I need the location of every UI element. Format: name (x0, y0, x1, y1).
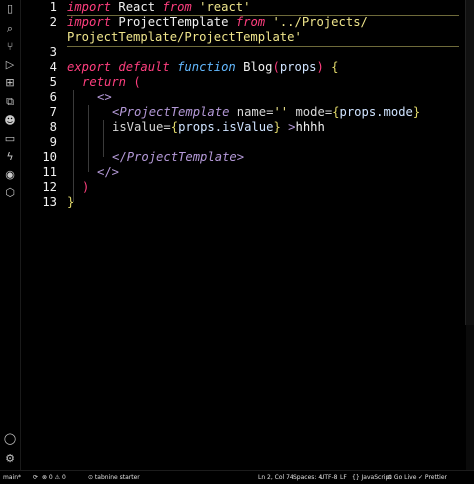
code-line[interactable]: 10 </ProjectTemplate> (21, 150, 466, 165)
branch-status[interactable]: main* (3, 471, 21, 484)
go-live-button[interactable]: ⊙ Go Live (387, 471, 416, 484)
lightning-icon[interactable]: ϟ (3, 150, 17, 164)
scrollbar-thumb[interactable] (465, 0, 474, 325)
line-number: 12 (42, 180, 57, 194)
code-line[interactable]: 1 import React from 'react' (21, 0, 466, 15)
code-line[interactable]: 7 <ProjectTemplate name='' mode={props.mo… (21, 105, 466, 120)
code-line[interactable]: 3 (21, 45, 466, 60)
code-line[interactable]: 2 import ProjectTemplate from '../Project… (21, 15, 466, 30)
hexagon-icon[interactable]: ⬡ (3, 186, 17, 200)
code-line[interactable]: ProjectTemplate/ProjectTemplate' (21, 30, 466, 45)
status-bar: main* ⟳ ⊗ 0 ⚠ 0 ⊙ tabnine starter Ln 2, … (0, 470, 474, 484)
line-number: 8 (49, 120, 57, 134)
code-text: isValue={props.isValue} >hhhh (112, 120, 325, 134)
eol-status[interactable]: LF (340, 471, 347, 484)
line-number: 1 (49, 0, 57, 14)
line-number: 5 (49, 75, 57, 89)
code-text: </> (97, 165, 120, 179)
code-line[interactable]: 11 </> (21, 165, 466, 180)
code-text: ProjectTemplate/ProjectTemplate' (67, 30, 302, 44)
code-line[interactable]: 9 (21, 135, 466, 150)
run-debug-icon[interactable]: ▷ (3, 58, 17, 72)
cursor-position[interactable]: Ln 2, Col 74 (258, 471, 294, 484)
code-text: export default function Blog(props) { (67, 60, 339, 74)
code-line[interactable]: 5 return ( (21, 75, 466, 90)
line-number: 7 (49, 105, 57, 119)
problems-status[interactable]: ⊗ 0 ⚠ 0 (42, 471, 66, 484)
sync-status[interactable]: ⟳ (33, 471, 38, 484)
account-icon[interactable]: ◯ (3, 432, 17, 446)
code-editor[interactable]: 1 import React from 'react' 2 import Projec… (21, 0, 466, 470)
code-line[interactable]: 8 isValue={props.isValue} >hhhh (21, 120, 466, 135)
code-line[interactable]: 12) (21, 180, 466, 195)
alien-icon[interactable]: ☻ (3, 114, 17, 128)
indentation-status[interactable]: Spaces: 4 (293, 471, 322, 484)
search-icon[interactable]: ⌕ (3, 22, 17, 36)
language-status[interactable]: {} JavaScript (352, 471, 392, 484)
line-number: 11 (42, 165, 57, 179)
code-line[interactable]: 6 <> (21, 90, 466, 105)
line-number: 4 (49, 60, 57, 74)
tabnine-status[interactable]: ⊙ tabnine starter (88, 471, 140, 484)
remote-explorer-icon[interactable]: ⧉ (3, 95, 17, 109)
code-text: return ( (82, 75, 141, 89)
line-number: 6 (49, 90, 57, 104)
assistant-icon[interactable]: ◉ (3, 168, 17, 182)
line-number: 2 (49, 15, 57, 29)
code-line[interactable]: 13} (21, 195, 466, 210)
code-text: ) (82, 180, 90, 194)
code-text: <> (97, 90, 112, 104)
line-number: 9 (49, 135, 57, 149)
source-control-icon[interactable]: ⑂ (3, 40, 17, 54)
line-number: 10 (42, 150, 57, 164)
activity-bar: ▯ ⌕ ⑂ ▷ ⊞ ⧉ ☻ ▭ ϟ ◉ ⬡ ◯ ⚙ (0, 0, 21, 470)
line-number: 3 (49, 45, 57, 59)
code-text: </ProjectTemplate> (112, 150, 245, 164)
code-line[interactable] (21, 210, 466, 225)
line-number: 13 (42, 195, 57, 209)
minimap[interactable] (465, 0, 474, 470)
folder-icon[interactable]: ▭ (3, 132, 17, 146)
gear-icon[interactable]: ⚙ (3, 452, 17, 466)
code-text: import ProjectTemplate from '../Projects… (67, 15, 368, 29)
extensions-icon[interactable]: ⊞ (3, 76, 17, 90)
code-line[interactable]: 4 export default function Blog(props) { (21, 60, 466, 75)
prettier-status[interactable]: ✓ Prettier (418, 471, 447, 484)
code-text: } (67, 195, 75, 209)
code-text: import React from 'react' (67, 0, 251, 14)
code-text: <ProjectTemplate name='' mode={props.mod… (112, 105, 421, 119)
encoding-status[interactable]: UTF-8 (320, 471, 338, 484)
files-icon[interactable]: ▯ (3, 2, 17, 16)
